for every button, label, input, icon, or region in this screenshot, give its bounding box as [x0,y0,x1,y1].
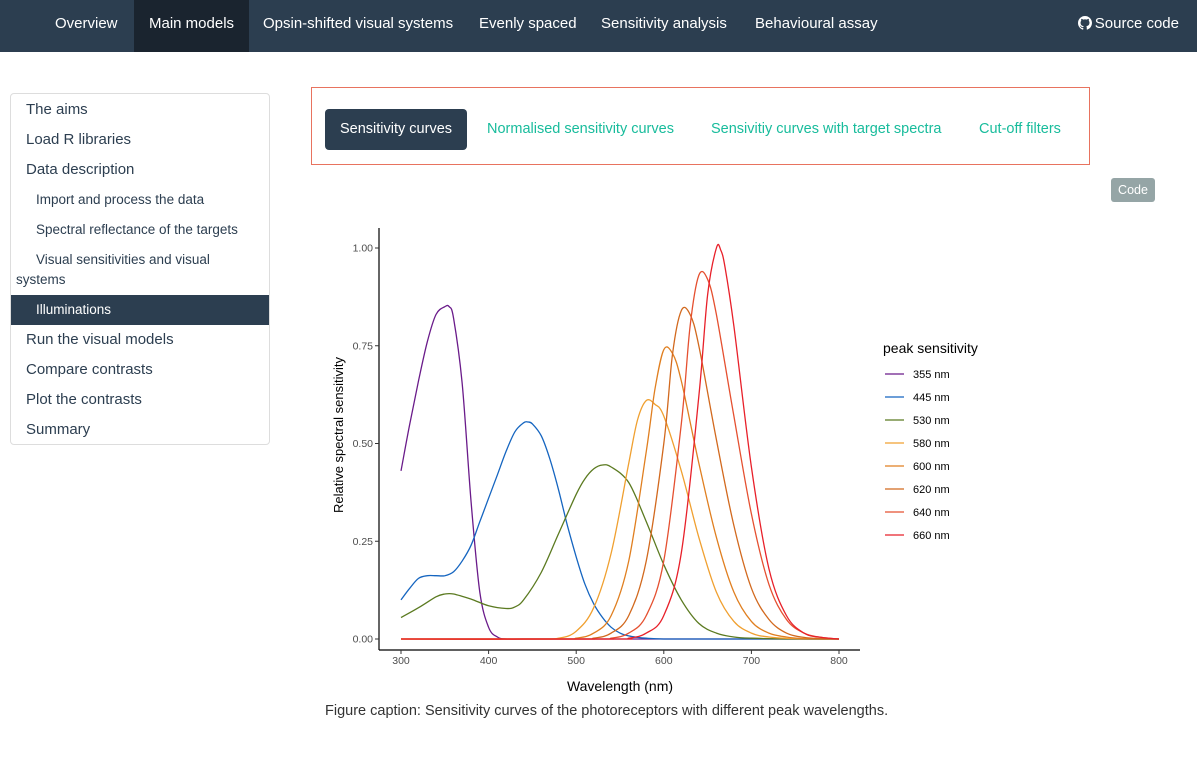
legend-label: 620 nm [913,484,950,496]
tab-panel: Sensitivity curves Normalised sensitivit… [311,87,1090,165]
source-code-link[interactable]: Source code [1077,0,1179,52]
tab-sensitivity-curves[interactable]: Sensitivity curves [325,109,468,150]
nav-behavioural-assay[interactable]: Behavioural assay [740,0,893,52]
toc-item-visual-sensitivities[interactable]: Visual sensitivities and visual systems [11,245,269,295]
series-line-530-nm [400,464,840,640]
legend-title: peak sensitivity [883,340,978,356]
legend-label: 660 nm [913,530,950,542]
x-tick-label: 600 [655,655,673,667]
github-icon [1077,16,1092,30]
legend-label: 600 nm [913,461,950,473]
y-tick-label: 1.00 [353,243,374,255]
x-axis-label: Wavelength (nm) [567,678,673,694]
source-code-label: Source code [1094,15,1179,32]
y-tick-label: 0.00 [353,634,374,646]
nav-overview[interactable]: Overview [40,0,133,52]
toc-item-spectral-reflectance[interactable]: Spectral reflectance of the targets [11,215,269,245]
top-navbar: Overview Main models Opsin-shifted visua… [0,0,1197,52]
toc-item-data-description[interactable]: Data description [11,155,269,185]
toc-item-the-aims[interactable]: The aims [11,95,269,125]
sensitivity-chart: 300 400 500 600 700 800 0.00 0.25 0.50 0.75 1.00 3… [331,228,978,694]
x-tick-label: 800 [830,655,848,667]
x-tick-label: 500 [567,655,585,667]
toc-item-load-r-libraries[interactable]: Load R libraries [11,125,269,155]
legend-label: 355 nm [913,369,950,381]
code-button[interactable]: Code [1111,178,1155,202]
figure-caption: Figure caption: Sensitivity curves of th… [325,703,889,719]
nav-opsin-shifted[interactable]: Opsin-shifted visual systems [248,0,468,52]
y-tick-label: 0.50 [353,438,374,450]
table-of-contents: The aims Load R libraries Data descripti… [10,93,270,445]
toc-item-import-process[interactable]: Import and process the data [11,185,269,215]
series-line-445-nm [400,421,839,640]
y-axis-label: Relative spectral sensitivity [331,356,346,513]
legend-label: 640 nm [913,507,950,519]
x-tick-label: 400 [480,655,498,667]
legend-label: 445 nm [913,392,950,404]
toc-item-illuminations[interactable]: Illuminations [11,295,269,325]
tab-sensitivity-target-spectra[interactable]: Sensivitiy curves with target spectra [696,109,956,150]
toc-item-compare-contrasts[interactable]: Compare contrasts [11,355,269,385]
toc-item-summary[interactable]: Summary [11,415,269,445]
y-tick-label: 0.25 [353,536,374,548]
nav-evenly-spaced[interactable]: Evenly spaced [464,0,592,52]
tab-normalised-sensitivity-curves[interactable]: Normalised sensitivity curves [472,109,689,150]
y-tick-label: 0.75 [353,340,374,352]
legend-label: 580 nm [913,438,950,450]
x-tick-label: 700 [743,655,761,667]
toc-item-run-visual-models[interactable]: Run the visual models [11,325,269,355]
nav-sensitivity-analysis[interactable]: Sensitivity analysis [586,0,742,52]
legend-label: 530 nm [913,415,950,427]
tab-cut-off-filters[interactable]: Cut-off filters [964,109,1076,150]
x-tick-label: 300 [392,655,410,667]
nav-main-models[interactable]: Main models [134,0,250,52]
toc-item-plot-contrasts[interactable]: Plot the contrasts [11,385,269,415]
